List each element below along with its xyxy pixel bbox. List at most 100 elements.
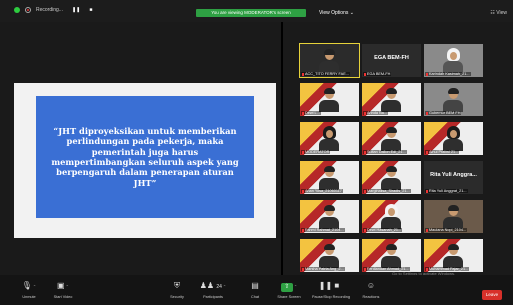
chat-button[interactable]: ▤ Chat <box>238 280 272 299</box>
mic-muted-icon <box>364 189 366 193</box>
participant-name: Gubernur BEM FH <box>425 111 462 115</box>
mic-muted-icon <box>426 111 428 115</box>
mic-muted-icon <box>364 267 366 271</box>
microphone-muted-icon: 🎙⌃ <box>21 281 37 290</box>
participant-video <box>443 48 463 73</box>
participant-name: Maulana Nopi_2104... <box>425 228 468 232</box>
recording-icon <box>25 7 31 13</box>
share-screen-button[interactable]: ⇧ ⌃ Share Screen <box>272 280 306 299</box>
view-options-menu[interactable]: View Options ⌄ <box>319 10 354 16</box>
participant-tile[interactable]: Ainul Pratiwi 21... <box>424 122 483 155</box>
participant-video <box>381 88 401 112</box>
participant-name: Marsha Patria Ang_2... <box>301 267 345 271</box>
mic-muted-icon <box>302 111 304 115</box>
participant-name: Karindah Kasimah_21... <box>425 72 471 76</box>
emoji-icon: ☺ <box>366 281 376 290</box>
participant-video <box>381 127 401 151</box>
mic-muted-icon <box>302 189 304 193</box>
mic-muted-icon <box>302 72 304 76</box>
pause-recording-icon[interactable]: ❚❚ <box>72 7 80 13</box>
shared-screen: “JHT diproyeksikan untuk memberikan perl… <box>14 83 276 238</box>
participant-video <box>319 205 339 229</box>
recording-indicator: Recording... ❚❚ ■ <box>14 7 92 13</box>
participant-tile[interactable]: ACC_TITO FERRY FAE... <box>299 43 360 78</box>
mic-muted-icon <box>364 111 366 115</box>
participant-name: Marginalisa_Siradis_21... <box>363 189 411 193</box>
participant-video <box>381 244 401 268</box>
mic-muted-icon <box>426 189 428 193</box>
view-mode-button[interactable]: ☷ View <box>490 10 507 16</box>
stop-recording-icon[interactable]: ■ <box>89 7 92 13</box>
participant-tile[interactable]: Fahmi Rahmat_2104... <box>300 200 359 233</box>
participant-name: Fahmi Rahmat_2104... <box>301 228 345 232</box>
participant-tile[interactable]: Arinda Na... <box>362 83 421 116</box>
participant-tile[interactable]: Maulana Nopi_2104... <box>424 200 483 233</box>
mic-muted-icon <box>364 72 366 76</box>
reactions-button[interactable]: ☺ Reactions <box>354 280 388 299</box>
start-video-button[interactable]: ▣⌃ Start Video <box>46 280 80 299</box>
share-screen-icon: ⇧ <box>280 283 293 292</box>
participant-tile[interactable]: Marsha Patria Ang_2... <box>300 239 359 272</box>
participant-video <box>319 126 339 151</box>
security-button[interactable]: ⛨ Security <box>160 280 194 299</box>
mic-muted-icon <box>302 150 304 154</box>
mic-muted-icon <box>364 150 366 154</box>
participant-name: Anan Yosa_21060117 <box>301 189 343 193</box>
participant-tile[interactable]: Sultan Dallon Edi_21... <box>362 122 421 155</box>
slide-quote: “JHT diproyeksikan untuk memberikan perl… <box>51 125 239 188</box>
participant-name: ACC_TITO FERRY FAE... <box>301 72 350 76</box>
meeting-toolbar: 🎙⌃ Unmute ▣⌃ Start Video ⛨ Security ♟♟ 2… <box>0 275 513 305</box>
participant-video <box>319 88 339 112</box>
participant-tile[interactable]: MODERATOR <box>300 122 359 155</box>
participant-video <box>319 49 339 73</box>
top-bar: Recording... ❚❚ ■ You are viewing MODERA… <box>0 0 513 22</box>
participant-tile[interactable]: Anan Yosa_21060117 <box>300 161 359 194</box>
participant-tile[interactable]: Rita Yuli Anggra... Rita Yuli Anggrat_21… <box>424 161 483 194</box>
camera-off-icon: ▣⌃ <box>57 281 69 290</box>
mic-muted-icon <box>364 228 366 232</box>
pause-stop-icon: ❚❚ ■ <box>318 281 340 290</box>
pause-stop-recording-button[interactable]: ❚❚ ■ Pause/Stop Recording <box>312 280 350 299</box>
participant-tile[interactable]: Ferdiandan Ahmad_21... <box>362 239 421 272</box>
chat-icon: ▤ <box>251 281 259 290</box>
slide-quote-box: “JHT diproyeksikan untuk memberikan perl… <box>36 96 254 218</box>
viewing-screen-banner: You are viewing MODERATOR's screen <box>196 9 306 17</box>
shield-icon[interactable] <box>14 7 20 13</box>
participant-name: Sultan Dallon Edi_21... <box>363 150 407 154</box>
participant-tile[interactable]: EGA BEM-FH EGA BEM-FH <box>362 44 421 77</box>
split-divider[interactable] <box>281 22 283 275</box>
participant-name: MODERATOR <box>301 150 331 154</box>
mic-muted-icon <box>426 150 428 154</box>
mic-muted-icon <box>426 228 428 232</box>
participant-tile[interactable]: Karindah Kasimah_21... <box>424 44 483 77</box>
participant-video <box>319 244 339 268</box>
participant-video <box>381 166 401 190</box>
participant-video <box>319 166 339 190</box>
participants-icon: ♟♟ 24⌃ <box>199 281 227 290</box>
unmute-button[interactable]: 🎙⌃ Unmute <box>12 280 46 299</box>
participant-video <box>443 244 463 268</box>
participant-name: Dewi L... <box>301 111 321 115</box>
participant-tile[interactable]: Dewi Hasanah_21... <box>362 200 421 233</box>
participant-tile[interactable]: Dewi L... <box>300 83 359 116</box>
recording-label: Recording... <box>36 7 63 13</box>
participant-name: Ainul Pratiwi 21... <box>425 150 460 154</box>
participant-video <box>381 204 401 229</box>
participant-name: Dewi Hasanah_21... <box>363 228 403 232</box>
participant-tile[interactable]: Gubernur BEM FH <box>424 83 483 116</box>
leave-button[interactable]: Leave <box>482 290 502 300</box>
participant-name: Arinda Na... <box>363 111 389 115</box>
participant-name: Rita Yuli Anggrat_21... <box>425 189 468 193</box>
mic-muted-icon <box>302 267 304 271</box>
mic-muted-icon <box>302 228 304 232</box>
shield-icon: ⛨ <box>174 281 180 290</box>
participant-tile[interactable]: Marginalisa_Siradis_21... <box>362 161 421 194</box>
participant-video <box>443 205 463 229</box>
participant-name: EGA BEM-FH <box>363 72 392 76</box>
participant-big-name: EGA BEM-FH <box>374 55 409 61</box>
participants-button[interactable]: ♟♟ 24⌃ Participants <box>196 280 230 299</box>
participant-video <box>443 88 463 112</box>
participant-video <box>443 126 463 151</box>
participant-tile[interactable]: Muhammad Fajar_21... <box>424 239 483 272</box>
mic-muted-icon <box>426 72 428 76</box>
